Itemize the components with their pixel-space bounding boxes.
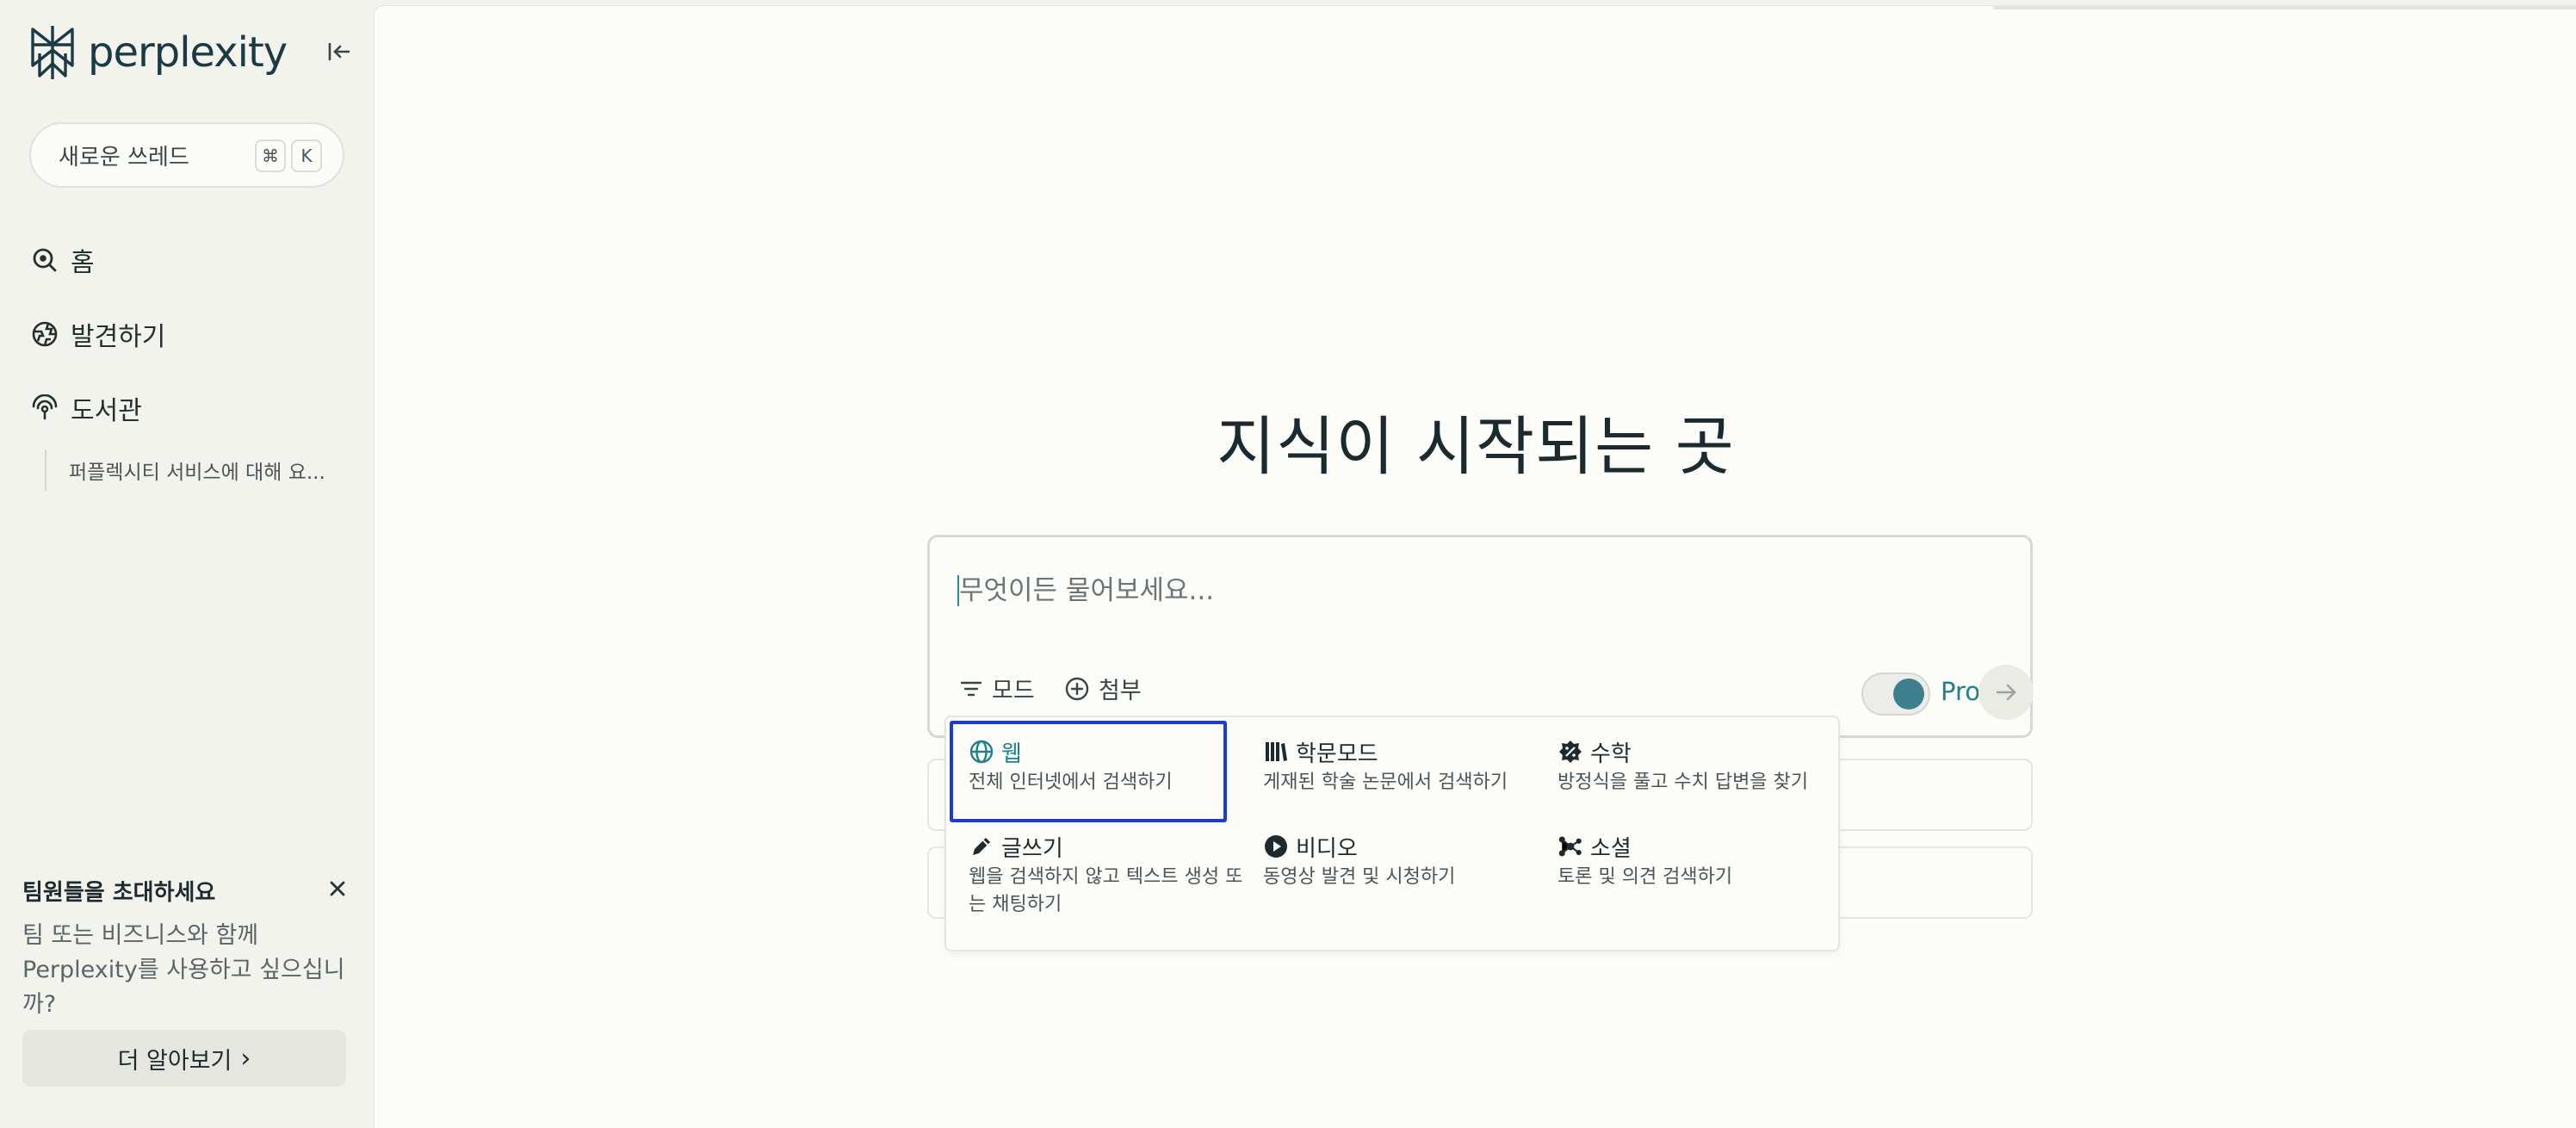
perplexity-logo-icon	[31, 26, 74, 79]
page-title: 지식이 시작되는 곳	[1217, 410, 1735, 484]
cmd-key-badge: ⌘	[255, 139, 286, 172]
search-box: 모드 첨부 Pro	[927, 535, 2034, 738]
collapse-sidebar-button[interactable]	[324, 36, 355, 67]
mode-label: 모드	[992, 678, 1035, 704]
sidebar: perplexity 새로운 쓰레드 ⌘ K 홈 발견하기 도서관 퍼플렉시티 …	[0, 0, 374, 1128]
chevron-right-icon: ›	[240, 1043, 251, 1074]
main-area: 지식이 시작되는 곳 모드 첨부 Pro	[374, 5, 2576, 1128]
mode-option-title: 웹	[1001, 741, 1022, 767]
search-home-icon	[33, 248, 57, 272]
globe-icon	[969, 740, 994, 764]
mode-option-desc: 토론 및 의견 검색하기	[1557, 866, 1733, 888]
search-input[interactable]	[959, 568, 1906, 613]
sidebar-item-label: 도서관	[71, 396, 142, 426]
sidebar-item-home[interactable]: 홈	[31, 241, 95, 279]
close-icon	[330, 881, 345, 896]
mode-option-desc: 동영상 발견 및 시청하기	[1263, 866, 1456, 888]
sidebar-item-label: 홈	[71, 248, 95, 278]
sidebar-item-discover[interactable]: 발견하기	[31, 315, 165, 353]
library-thread-item[interactable]: 퍼플렉시티 서비스에 대해 요...	[45, 449, 325, 491]
play-icon	[1265, 835, 1287, 858]
pro-label: Pro	[1941, 677, 1981, 706]
pencil-icon	[973, 838, 990, 855]
books-icon	[1266, 742, 1287, 761]
mode-option-math[interactable]: 수학 방정식을 풀고 수치 답변을 찾기	[1557, 736, 1842, 796]
social-icon	[1558, 836, 1582, 857]
globe-icon	[32, 321, 58, 347]
plus-circle-icon	[1065, 677, 1089, 700]
invite-title: 팀원들을 초대하세요	[22, 880, 216, 906]
sidebar-item-library[interactable]: 도서관	[31, 389, 142, 427]
invite-panel: 팀원들을 초대하세요 팀 또는 비즈니스와 함께 Perplexity를 사용하…	[22, 875, 350, 1022]
submit-button[interactable]	[1978, 665, 2034, 720]
mode-option-desc: 게재된 학술 논문에서 검색하기	[1263, 772, 1508, 793]
mode-option-title: 비디오	[1296, 835, 1358, 862]
new-thread-button[interactable]: 새로운 쓰레드 ⌘ K	[29, 122, 344, 188]
math-icon	[1559, 741, 1582, 763]
new-thread-label: 새로운 쓰레드	[59, 144, 189, 170]
sidebar-item-label: 발견하기	[71, 322, 166, 352]
mode-option-desc: 전체 인터넷에서 검색하기	[969, 772, 1173, 793]
mode-option-title: 학문모드	[1296, 741, 1378, 767]
mode-option-academic[interactable]: 학문모드 게재된 학술 논문에서 검색하기	[1263, 736, 1547, 796]
k-key-badge: K	[291, 139, 322, 172]
mode-option-title: 소셜	[1590, 835, 1632, 862]
mode-option-writing[interactable]: 글쓰기 웹을 검색하지 않고 텍스트 생성 또는 채팅하기	[969, 831, 1253, 919]
learn-more-label: 더 알아보기	[117, 1047, 232, 1075]
mode-dropdown: 웹 전체 인터넷에서 검색하기 학문모드 게재된 학술 논문에서 검색하기 수학…	[944, 716, 1840, 951]
library-thread-title: 퍼플렉시티 서비스에 대해 요...	[69, 462, 325, 484]
filter-icon	[960, 681, 982, 696]
brand-name: perplexity	[88, 28, 288, 77]
top-divider	[1993, 6, 2576, 9]
mode-option-video[interactable]: 비디오 동영상 발견 및 시청하기	[1263, 831, 1547, 891]
mode-option-web[interactable]: 웹 전체 인터넷에서 검색하기	[951, 721, 1235, 826]
mode-option-title: 수학	[1590, 741, 1632, 767]
mode-option-desc: 방정식을 풀고 수치 답변을 찾기	[1557, 772, 1809, 793]
arrow-right-icon	[1996, 684, 2016, 701]
pro-toggle[interactable]	[1861, 672, 1930, 716]
attach-label: 첨부	[1099, 678, 1142, 704]
invite-close-button[interactable]	[325, 877, 350, 901]
mode-option-social[interactable]: 소셜 토론 및 의견 검색하기	[1557, 831, 1842, 891]
toggle-knob	[1893, 679, 1924, 710]
mode-option-title: 글쓰기	[1001, 835, 1063, 862]
collapse-icon	[328, 42, 350, 61]
learn-more-button[interactable]: 더 알아보기 ›	[22, 1030, 346, 1087]
mode-option-desc: 웹을 검색하지 않고 텍스트 생성 또는 채팅하기	[969, 866, 1243, 915]
attach-button[interactable]: 첨부	[1064, 672, 1142, 705]
library-icon	[32, 394, 58, 420]
logo[interactable]: perplexity	[28, 24, 288, 81]
mode-button[interactable]: 모드	[959, 672, 1035, 705]
invite-body: 팀 또는 비즈니스와 함께 Perplexity를 사용하고 싶으십니까?	[22, 922, 345, 1018]
